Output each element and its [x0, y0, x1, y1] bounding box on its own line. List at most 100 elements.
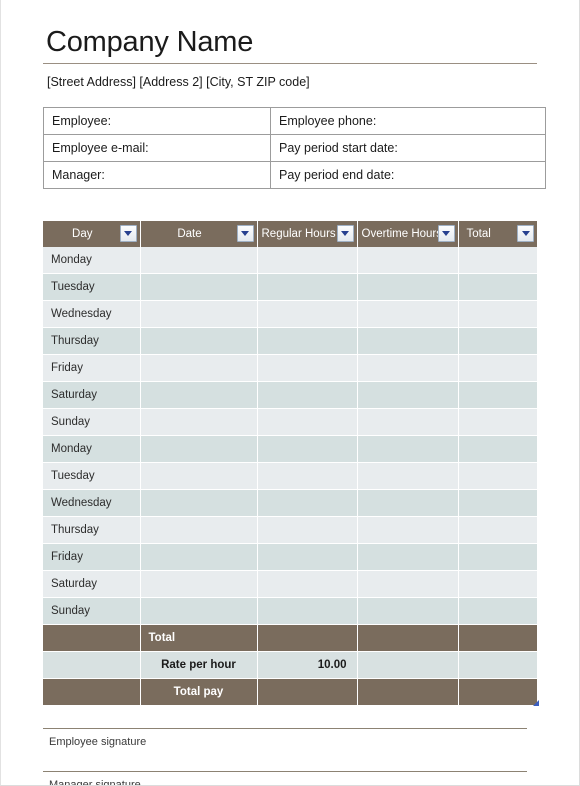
cell-total[interactable] — [458, 300, 537, 328]
cell-date[interactable] — [140, 381, 258, 409]
filter-dropdown-icon-total[interactable] — [517, 225, 534, 242]
table-resize-handle[interactable] — [532, 699, 539, 706]
manager-label[interactable]: Manager: — [43, 161, 271, 189]
footer-value-regular-hours[interactable]: 10.00 — [257, 651, 358, 679]
cell-date[interactable] — [140, 247, 258, 274]
cell-overtime-hours[interactable] — [357, 273, 459, 301]
cell-date[interactable] — [140, 327, 258, 355]
cell-date[interactable] — [140, 354, 258, 382]
column-header-date[interactable]: Date — [140, 221, 258, 247]
cell-overtime-hours[interactable] — [357, 489, 459, 517]
footer-value-overtime-hours[interactable] — [357, 678, 459, 706]
cell-total[interactable] — [458, 273, 537, 301]
cell-day[interactable]: Friday — [43, 354, 141, 382]
cell-date[interactable] — [140, 273, 258, 301]
cell-total[interactable] — [458, 516, 537, 544]
cell-date[interactable] — [140, 570, 258, 598]
cell-regular-hours[interactable] — [257, 516, 358, 544]
cell-total[interactable] — [458, 543, 537, 571]
cell-date[interactable] — [140, 300, 258, 328]
employee-name-label[interactable]: Employee: — [43, 107, 271, 135]
cell-total[interactable] — [458, 408, 537, 436]
cell-overtime-hours[interactable] — [357, 327, 459, 355]
cell-regular-hours[interactable] — [257, 408, 358, 436]
cell-regular-hours[interactable] — [257, 489, 358, 517]
cell-regular-hours[interactable] — [257, 543, 358, 571]
cell-date[interactable] — [140, 435, 258, 463]
cell-date[interactable] — [140, 516, 258, 544]
cell-day[interactable]: Thursday — [43, 327, 141, 355]
cell-overtime-hours[interactable] — [357, 462, 459, 490]
cell-overtime-hours[interactable] — [357, 597, 459, 625]
cell-overtime-hours[interactable] — [357, 543, 459, 571]
filter-dropdown-icon-day[interactable] — [119, 225, 137, 242]
cell-total[interactable] — [458, 435, 537, 463]
cell-day[interactable]: Saturday — [43, 570, 141, 598]
cell-regular-hours[interactable] — [257, 381, 358, 409]
cell-overtime-hours[interactable] — [357, 570, 459, 598]
employee-email-label[interactable]: Employee e-mail: — [43, 134, 271, 162]
cell-regular-hours[interactable] — [257, 300, 358, 328]
signature-block: Employee signature Manager signature — [43, 728, 527, 785]
cell-day[interactable]: Thursday — [43, 516, 141, 544]
cell-date[interactable] — [140, 408, 258, 436]
cell-total[interactable] — [458, 597, 537, 625]
cell-day[interactable]: Wednesday — [43, 300, 141, 328]
filter-dropdown-icon-regular-hours[interactable] — [336, 225, 354, 242]
cell-total[interactable] — [458, 570, 537, 598]
footer-value-regular-hours[interactable] — [257, 678, 358, 706]
cell-overtime-hours[interactable] — [357, 381, 459, 409]
cell-overtime-hours[interactable] — [357, 300, 459, 328]
cell-overtime-hours[interactable] — [357, 516, 459, 544]
cell-total[interactable] — [458, 381, 537, 409]
column-header-day[interactable]: Day — [43, 221, 141, 247]
cell-day[interactable]: Sunday — [43, 408, 141, 436]
timesheet-header: Day Date Regular Hours Overtime Hours To… — [43, 221, 537, 247]
cell-total[interactable] — [458, 327, 537, 355]
footer-value-regular-hours[interactable] — [257, 624, 358, 652]
cell-day[interactable]: Saturday — [43, 381, 141, 409]
cell-regular-hours[interactable] — [257, 327, 358, 355]
cell-day[interactable]: Friday — [43, 543, 141, 571]
cell-overtime-hours[interactable] — [357, 247, 459, 274]
column-header-overtime-hours[interactable]: Overtime Hours — [357, 221, 459, 247]
cell-day[interactable]: Monday — [43, 247, 141, 274]
cell-total[interactable] — [458, 462, 537, 490]
cell-date[interactable] — [140, 543, 258, 571]
cell-total[interactable] — [458, 489, 537, 517]
cell-overtime-hours[interactable] — [357, 408, 459, 436]
cell-regular-hours[interactable] — [257, 462, 358, 490]
cell-day[interactable]: Sunday — [43, 597, 141, 625]
cell-regular-hours[interactable] — [257, 597, 358, 625]
footer-value-overtime-hours[interactable] — [357, 651, 459, 679]
pay-period-start-label[interactable]: Pay period start date: — [270, 134, 546, 162]
cell-regular-hours[interactable] — [257, 435, 358, 463]
cell-day[interactable]: Tuesday — [43, 273, 141, 301]
footer-value-total[interactable] — [458, 651, 537, 679]
table-row: Friday — [43, 543, 537, 571]
cell-total[interactable] — [458, 354, 537, 382]
footer-value-total[interactable] — [458, 624, 537, 652]
filter-dropdown-icon-date[interactable] — [236, 225, 254, 242]
employee-phone-label[interactable]: Employee phone: — [270, 107, 546, 135]
cell-date[interactable] — [140, 462, 258, 490]
cell-day[interactable]: Monday — [43, 435, 141, 463]
column-header-regular-hours[interactable]: Regular Hours — [257, 221, 358, 247]
cell-day[interactable]: Tuesday — [43, 462, 141, 490]
cell-overtime-hours[interactable] — [357, 354, 459, 382]
cell-regular-hours[interactable] — [257, 570, 358, 598]
pay-period-end-label[interactable]: Pay period end date: — [270, 161, 546, 189]
filter-dropdown-icon-overtime-hours[interactable] — [437, 225, 455, 242]
footer-value-overtime-hours[interactable] — [357, 624, 459, 652]
footer-value-total[interactable] — [458, 678, 537, 706]
cell-overtime-hours[interactable] — [357, 435, 459, 463]
column-header-total[interactable]: Total — [458, 221, 537, 247]
cell-date[interactable] — [140, 489, 258, 517]
cell-date[interactable] — [140, 597, 258, 625]
cell-total[interactable] — [458, 247, 537, 274]
cell-day[interactable]: Wednesday — [43, 489, 141, 517]
cell-regular-hours[interactable] — [257, 247, 358, 274]
cell-regular-hours[interactable] — [257, 273, 358, 301]
timesheet-footer: Total Rate per hour 10.00 Total pay — [43, 624, 537, 706]
cell-regular-hours[interactable] — [257, 354, 358, 382]
